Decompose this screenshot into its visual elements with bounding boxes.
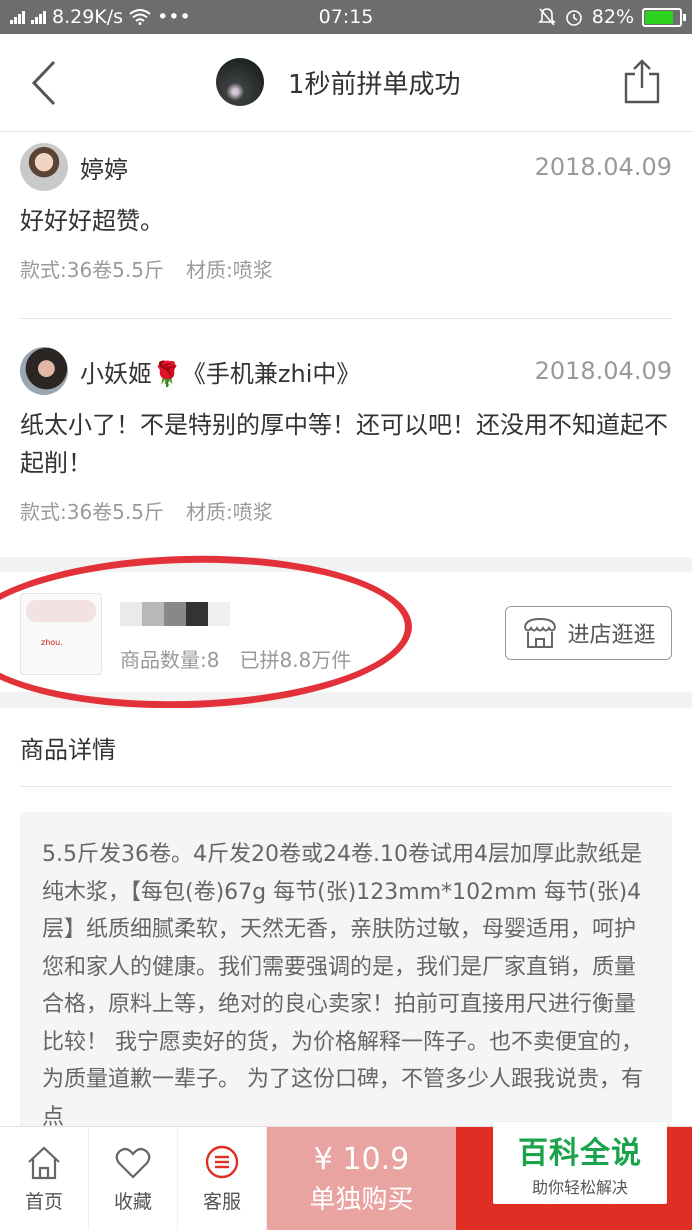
review-item: 婷婷 2018.04.09 好好好超赞。 款式:36卷5.5斤 材质:喷浆 (20, 142, 672, 283)
review-content: 纸太小了！不是特别的厚中等！还可以吧！还没用不知道起不起削！ (20, 411, 668, 477)
enter-shop-button[interactable]: 进店逛逛 (505, 606, 672, 660)
divider (20, 786, 672, 787)
home-icon (28, 1146, 60, 1180)
review-item: 小妖姬🌹《手机兼zhi中》 2018.04.09 纸太小了！不是特别的厚中等！还… (20, 346, 672, 525)
battery-fill (645, 10, 673, 24)
divider (20, 318, 672, 319)
home-label: 首页 (24, 1191, 63, 1213)
service-tab[interactable]: 客服 (178, 1127, 267, 1230)
favorite-tab[interactable]: 收藏 (89, 1127, 178, 1230)
more-dots: ••• (157, 6, 191, 28)
reviews-section: 婷婷 2018.04.09 好好好超赞。 款式:36卷5.5斤 材质:喷浆 小妖姬… (0, 132, 692, 557)
share-icon[interactable] (622, 58, 662, 104)
shop-goods-count: 商品数量:8 (120, 648, 220, 672)
favorite-label: 收藏 (113, 1191, 152, 1213)
watermark-logo: 百科全说 助你轻松解决 (493, 1122, 667, 1204)
shop-stats: 商品数量:8 已拼8.8万件 (120, 644, 351, 673)
reviewer-name: 小妖姬🌹《手机兼zhi中》 (80, 359, 361, 388)
details-title: 商品详情 (20, 736, 116, 764)
reviewer-avatar (20, 347, 68, 395)
page-title: 1秒前拼单成功 (288, 69, 461, 100)
nav-bar: 1秒前拼单成功 (0, 34, 692, 132)
enter-shop-label: 进店逛逛 (567, 623, 656, 648)
home-tab[interactable]: 首页 (0, 1127, 89, 1230)
review-material: 材质:喷浆 (186, 258, 273, 282)
alarm-icon (565, 10, 582, 26)
watermark-sub: 助你轻松解决 (531, 1178, 628, 1197)
shop-card[interactable]: zhou. 商品数量:8 已拼8.8万件 进店逛逛 (0, 572, 692, 692)
shop-logo: zhou. (20, 593, 102, 675)
review-date: 2018.04.09 (534, 357, 672, 385)
review-style: 款式:36卷5.5斤 (20, 500, 164, 524)
store-icon (524, 617, 557, 648)
buy-alone-button[interactable]: ¥ 10.9 单独购买 (267, 1127, 456, 1230)
reviewer-avatar (20, 143, 68, 191)
battery-icon (642, 7, 686, 27)
status-bar: 8.29K/s ••• 07:15 82% (0, 0, 692, 34)
review-content: 好好好超赞。 (20, 207, 164, 235)
review-spec: 款式:36卷5.5斤 材质:喷浆 (20, 496, 672, 525)
review-date: 2018.04.09 (534, 153, 672, 181)
shop-sold: 已拼8.8万件 (239, 648, 352, 672)
signal-icon (10, 10, 25, 24)
network-speed: 8.29K/s (52, 6, 124, 28)
shop-name-blurred (120, 602, 230, 626)
service-label: 客服 (202, 1191, 241, 1213)
back-arrow-icon[interactable] (24, 56, 68, 110)
review-spec: 款式:36卷5.5斤 材质:喷浆 (20, 254, 672, 283)
wifi-icon (129, 9, 151, 25)
bell-off-icon (537, 8, 556, 26)
heart-icon (115, 1147, 151, 1179)
shop-logo-text: zhou. (41, 638, 63, 647)
buy-alone-price: ¥ 10.9 (313, 1141, 410, 1177)
nav-center: 1秒前拼单成功 (216, 58, 461, 106)
watermark-main: 百科全说 (518, 1136, 642, 1171)
review-style: 款式:36卷5.5斤 (20, 258, 164, 282)
reviewer-name: 婷婷 (80, 155, 128, 184)
battery-percent: 82% (591, 6, 634, 28)
chat-icon (205, 1145, 239, 1179)
buy-alone-label: 单独购买 (309, 1184, 414, 1215)
buyer-avatar (216, 58, 264, 106)
signal-icon-2 (31, 10, 46, 24)
review-material: 材质:喷浆 (186, 500, 273, 524)
